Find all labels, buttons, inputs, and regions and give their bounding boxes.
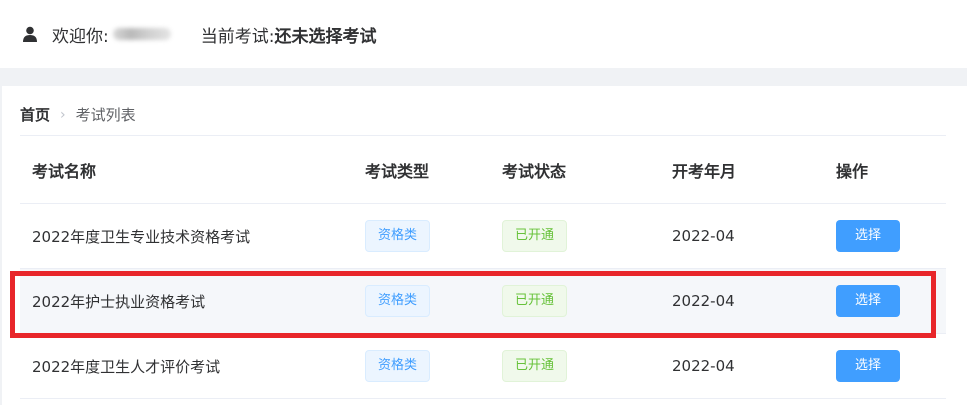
exam-status-tag: 已开通 bbox=[502, 350, 568, 382]
column-header-action: 操作 bbox=[836, 161, 869, 181]
exam-name: 2022年度卫生人才评价考试 bbox=[32, 357, 221, 376]
exam-type-tag: 资格类 bbox=[365, 285, 431, 317]
column-header-status: 考试状态 bbox=[502, 161, 567, 181]
select-button[interactable]: 选择 bbox=[836, 285, 900, 317]
column-header-month: 开考年月 bbox=[672, 161, 737, 181]
welcome-label: 欢迎你: bbox=[52, 26, 109, 47]
main-panel: 首页 › 考试列表 考试名称 考试类型 考试状态 开考年月 操作 2022年度卫… bbox=[2, 86, 967, 405]
exam-name: 2022年度卫生专业技术资格考试 bbox=[32, 227, 251, 246]
exam-type-tag: 资格类 bbox=[365, 220, 431, 252]
username-redacted bbox=[112, 28, 171, 40]
exam-status-tag: 已开通 bbox=[502, 220, 568, 252]
breadcrumb-separator-icon: › bbox=[60, 106, 66, 123]
exam-month: 2022-04 bbox=[672, 357, 735, 375]
exam-status-tag: 已开通 bbox=[502, 285, 568, 317]
column-header-name: 考试名称 bbox=[32, 161, 97, 181]
table-row: 2022年度卫生专业技术资格考试 资格类 已开通 2022-04 选择 bbox=[20, 204, 946, 269]
table-row: 2022年护士执业资格考试 资格类 已开通 2022-04 选择 bbox=[20, 269, 946, 334]
exam-month: 2022-04 bbox=[672, 292, 735, 310]
table-row: 2022年度卫生人才评价考试 资格类 已开通 2022-04 选择 bbox=[20, 334, 946, 399]
select-button[interactable]: 选择 bbox=[836, 220, 900, 252]
exam-month: 2022-04 bbox=[672, 227, 735, 245]
exam-table: 考试名称 考试类型 考试状态 开考年月 操作 2022年度卫生专业技术资格考试 … bbox=[20, 136, 946, 399]
select-button[interactable]: 选择 bbox=[836, 350, 900, 382]
table-header: 考试名称 考试类型 考试状态 开考年月 操作 bbox=[20, 136, 946, 204]
current-exam-value: 还未选择考试 bbox=[274, 26, 377, 47]
breadcrumb-home[interactable]: 首页 bbox=[20, 104, 50, 125]
exam-name: 2022年护士执业资格考试 bbox=[32, 292, 206, 311]
top-header: 欢迎你: 当前考试: 还未选择考试 bbox=[0, 0, 967, 68]
breadcrumb: 首页 › 考试列表 bbox=[20, 104, 136, 125]
breadcrumb-current: 考试列表 bbox=[75, 106, 136, 124]
exam-type-tag: 资格类 bbox=[365, 350, 431, 382]
current-exam-label: 当前考试: bbox=[200, 26, 275, 47]
column-header-type: 考试类型 bbox=[365, 161, 430, 181]
user-icon bbox=[22, 26, 38, 42]
